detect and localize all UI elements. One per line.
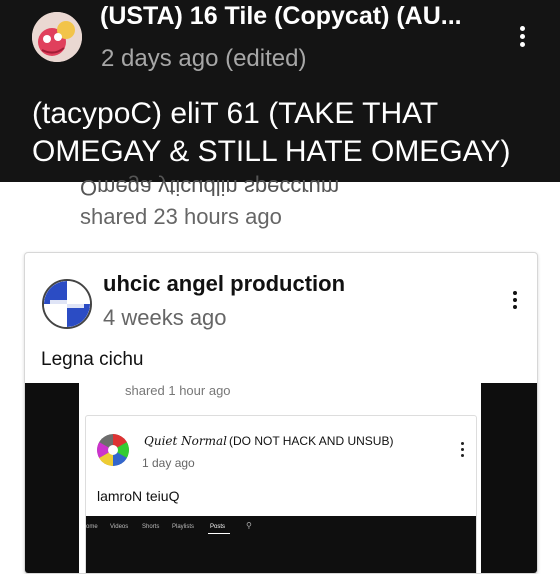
author-name[interactable]: uhcic angel production: [103, 271, 345, 297]
channel-avatar[interactable]: [32, 12, 82, 62]
shared-timestamp: shared 23 hours ago: [80, 204, 282, 229]
inner-post-text: lamroN teiuQ: [97, 488, 180, 504]
active-tab-underline: [208, 533, 230, 534]
tab-home: ome: [86, 524, 98, 530]
inner-author-name: Quiet Normal (DO NOT HACK AND UNSUB): [144, 434, 394, 448]
inner-post-card: Quiet Normal (DO NOT HACK AND UNSUB) 1 da…: [85, 415, 477, 573]
inner-avatar: [97, 434, 129, 466]
tab-shorts: Shorts: [142, 524, 160, 530]
inner-shared-timestamp: shared 1 hour ago: [125, 383, 231, 398]
inner-channel-tabs: ome Videos Shorts Playlists Posts ⚲: [86, 516, 476, 573]
search-icon: ⚲: [246, 521, 252, 530]
post-title[interactable]: (USTA) 16 Tile (Copycat) (AU...: [100, 2, 480, 31]
post-timestamp: 2 days ago (edited): [101, 45, 307, 72]
mirrored-channel-name: Omega yticudlin speccrum: [80, 175, 340, 200]
author-avatar[interactable]: [42, 279, 92, 329]
tab-posts: Posts: [210, 524, 226, 530]
card-timestamp: 4 weeks ago: [103, 305, 227, 330]
more-vert-icon[interactable]: [508, 291, 522, 309]
tab-videos: Videos: [110, 524, 129, 530]
card-text: Legna cichu: [41, 349, 144, 370]
shared-post-card: uhcic angel production 4 weeks ago Legna…: [24, 252, 538, 574]
more-vert-icon[interactable]: [515, 26, 529, 47]
inner-timestamp: 1 day ago: [142, 456, 195, 470]
tab-playlists: Playlists: [172, 524, 195, 530]
more-vert-icon: [455, 442, 469, 457]
post-text: (tacypoC) eliT 61 (TAKE THAT OMEGAY & ST…: [32, 97, 511, 168]
